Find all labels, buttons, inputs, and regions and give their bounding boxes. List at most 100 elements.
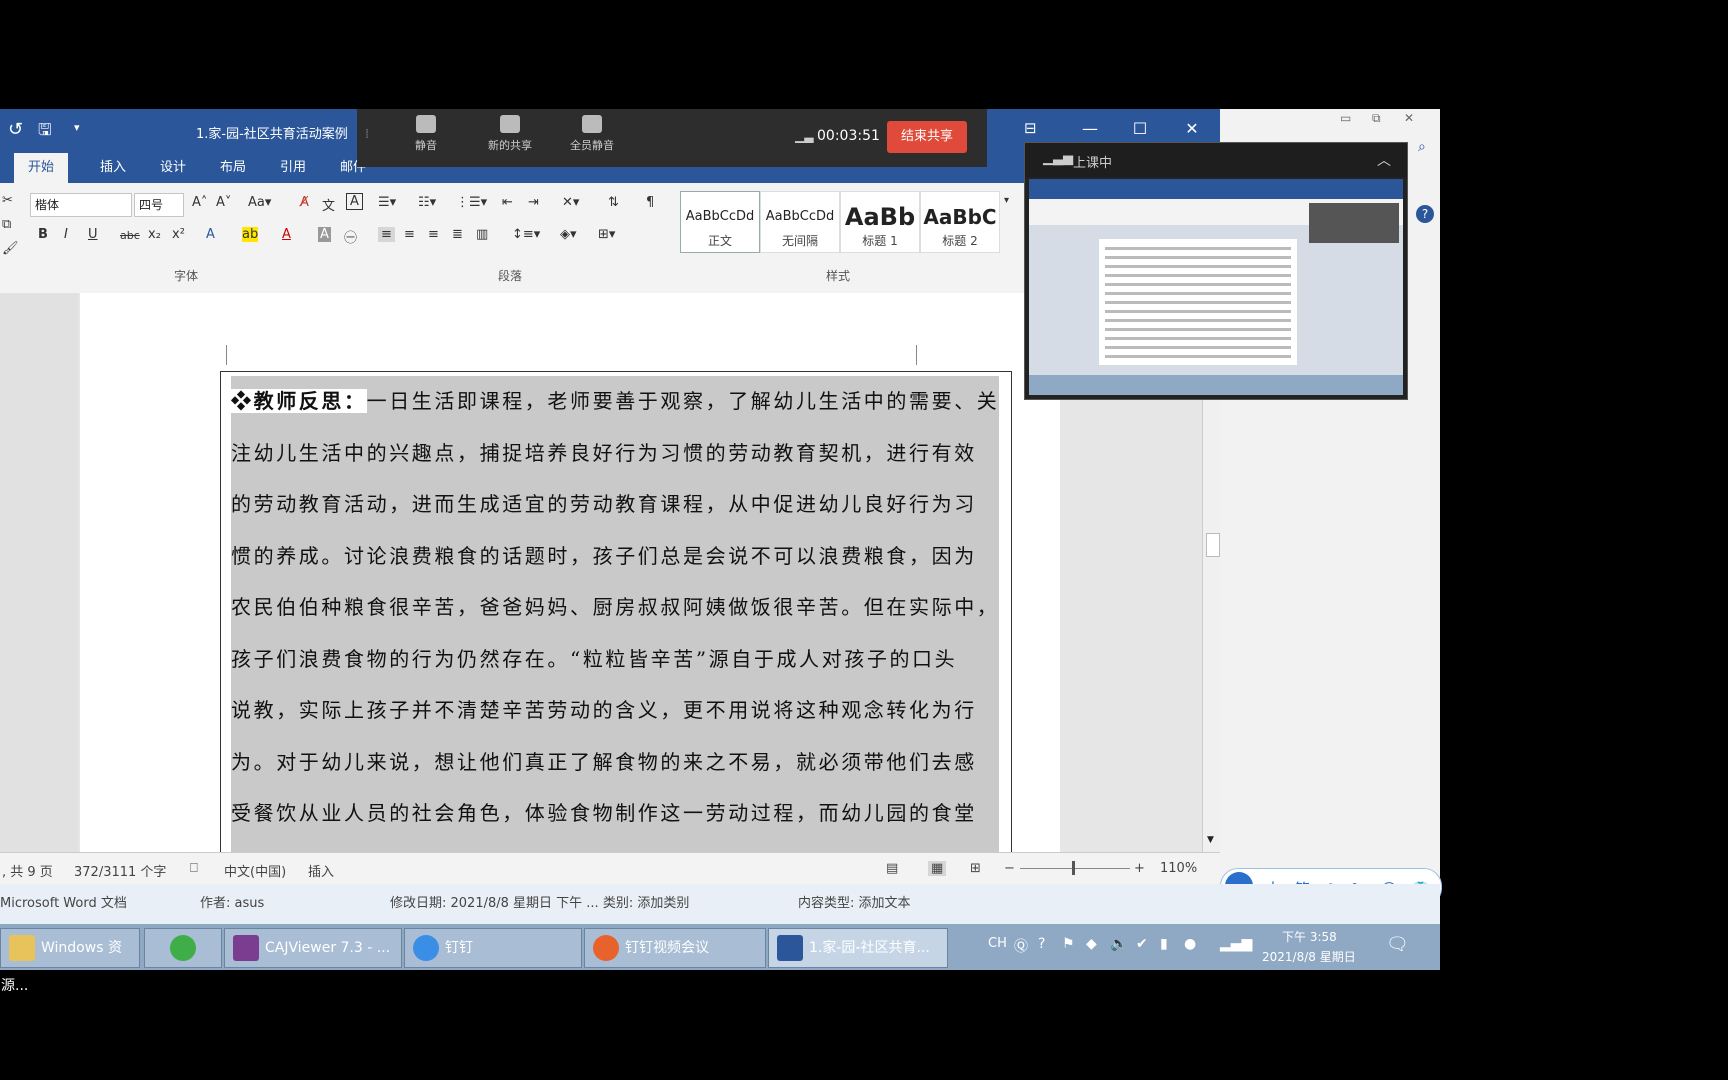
format-painter-icon[interactable]: 🖌 — [2, 241, 19, 256]
zoom-in-icon[interactable]: + — [1134, 861, 1145, 876]
input-language[interactable]: CH — [988, 936, 1007, 951]
clock-date[interactable]: 2021/8/8 星期日 — [1262, 948, 1356, 965]
borders-icon[interactable]: ⊞▾ — [598, 227, 615, 242]
zoom-slider-thumb[interactable] — [1072, 861, 1075, 875]
bullets-icon[interactable]: ☰▾ — [378, 195, 396, 210]
security-icon[interactable]: ✔ — [1136, 936, 1148, 952]
close-button[interactable]: ✕ — [1172, 119, 1212, 138]
font-name-select[interactable]: 楷体 — [30, 193, 132, 217]
language-indicator[interactable]: 中文(中国) — [224, 861, 286, 880]
zoom-slider[interactable] — [1020, 868, 1130, 869]
italic-button[interactable]: I — [64, 227, 68, 242]
font-color-icon[interactable]: A — [282, 227, 291, 242]
print-layout-icon[interactable]: ▦ — [928, 861, 947, 876]
document-page[interactable]: ❖教师反思：一日生活即课程，老师要善于观察，了解幼儿生活中的需要、关 注幼儿生活… — [80, 293, 1060, 853]
insert-mode[interactable]: 插入 — [308, 861, 334, 880]
numbering-icon[interactable]: ☷▾ — [418, 195, 436, 210]
multilevel-list-icon[interactable]: ⋮☰▾ — [456, 195, 487, 210]
line-spacing-icon[interactable]: ↕≡▾ — [512, 227, 540, 242]
chinese-layout-icon[interactable]: ✕▾ — [562, 195, 579, 210]
undo-icon[interactable]: ↺ — [8, 119, 23, 140]
read-mode-icon[interactable]: ▤ — [886, 861, 898, 876]
quick-access-dropdown-icon[interactable]: ▾ — [74, 121, 80, 134]
align-center-icon[interactable]: ≡ — [404, 227, 415, 242]
char-border-icon[interactable]: A — [346, 193, 363, 210]
scroll-down-icon[interactable]: ▼ — [1207, 835, 1214, 845]
taskbar-item-explorer[interactable]: Windows 资源... — [0, 928, 140, 994]
sort-icon[interactable]: ⇅ — [608, 195, 619, 210]
style-heading-2[interactable]: AaBbC 标题 2 — [920, 191, 1000, 253]
shrink-font-icon[interactable]: A˅ — [216, 195, 231, 210]
change-case-icon[interactable]: Aa▾ — [248, 195, 271, 210]
align-right-icon[interactable]: ≡ — [428, 227, 439, 242]
web-layout-icon[interactable]: ⊞ — [970, 861, 981, 876]
clock-time[interactable]: 下午 3:58 — [1282, 928, 1337, 945]
reflection-table-cell[interactable]: ❖教师反思：一日生活即课程，老师要善于观察，了解幼儿生活中的需要、关 注幼儿生活… — [220, 371, 1012, 853]
document-text[interactable]: ❖教师反思：一日生活即课程，老师要善于观察，了解幼儿生活中的需要、关 注幼儿生活… — [231, 376, 999, 853]
proofing-icon[interactable]: ⎕ — [190, 861, 198, 876]
word-count[interactable]: 372/3111 个字 — [74, 861, 166, 880]
tray-help-icon[interactable]: ? — [1038, 936, 1045, 952]
style-normal[interactable]: AaBbCcDd 正文 — [680, 191, 760, 253]
network-icon[interactable]: ▂▄▆ — [1220, 936, 1252, 952]
decrease-indent-icon[interactable]: ⇤ — [502, 195, 513, 210]
minimize-button[interactable]: — — [1070, 119, 1110, 138]
clear-format-icon[interactable]: A̸ — [300, 195, 309, 210]
wechat-icon[interactable]: ● — [1184, 936, 1196, 952]
cut-icon[interactable]: ✂ — [2, 193, 13, 208]
bg-close-icon[interactable]: ✕ — [1404, 111, 1414, 125]
tab-design[interactable]: 设计 — [146, 153, 200, 183]
tab-home[interactable]: 开始 — [14, 153, 69, 183]
share-preview-window[interactable]: ▁▃▅ 上课中 ︿ — [1024, 142, 1408, 400]
page-count[interactable]: , 共 9 页 — [2, 861, 53, 880]
tray-search-icon[interactable]: Ⓠ — [1014, 936, 1028, 956]
tray-dingtalk-icon[interactable]: ◆ — [1086, 936, 1097, 952]
copy-icon[interactable]: ⧉ — [2, 217, 11, 232]
tray-flag-icon[interactable]: ⚑ — [1062, 936, 1075, 952]
styles-scroll-icon[interactable]: ▾ — [1004, 195, 1009, 206]
search-icon[interactable]: ⌕ — [1418, 139, 1426, 155]
distributed-icon[interactable]: ▥ — [476, 227, 488, 242]
highlight-icon[interactable]: ab — [242, 227, 259, 242]
mute-button[interactable]: 静音 — [401, 115, 451, 153]
maximize-button[interactable]: ☐ — [1120, 119, 1160, 138]
grow-font-icon[interactable]: A˄ — [192, 195, 207, 210]
new-share-button[interactable]: 新的共享 — [475, 115, 545, 153]
justify-icon[interactable]: ≣ — [452, 227, 463, 242]
align-left-icon[interactable]: ≡ — [378, 227, 395, 242]
drag-handle-icon[interactable]: ⁞ — [365, 127, 369, 142]
bg-minimize-icon[interactable]: ▭ — [1340, 111, 1351, 125]
phonetic-guide-icon[interactable]: 文 — [322, 195, 335, 214]
style-heading-1[interactable]: AaBb 标题 1 — [840, 191, 920, 253]
increase-indent-icon[interactable]: ⇥ — [528, 195, 539, 210]
taskbar-item-cajviewer[interactable]: CAJViewer 7.3 - ... — [224, 928, 402, 968]
save-icon[interactable]: 🖫 — [38, 119, 52, 146]
subscript-icon[interactable]: x₂ — [148, 227, 161, 242]
zoom-out-icon[interactable]: − — [1004, 861, 1015, 876]
tab-layout[interactable]: 布局 — [206, 153, 260, 183]
ribbon-display-icon[interactable]: ⊟ — [1024, 119, 1037, 137]
enclose-char-icon[interactable]: ㊀ — [344, 227, 357, 246]
bg-restore-icon[interactable]: ⧉ — [1372, 111, 1381, 126]
bold-button[interactable]: B — [38, 227, 48, 242]
show-marks-icon[interactable]: ¶ — [646, 195, 654, 210]
volume-icon[interactable]: 🔈 — [1110, 936, 1127, 952]
collapse-icon[interactable]: ︿ — [1377, 150, 1391, 170]
zoom-level[interactable]: 110% — [1160, 861, 1197, 876]
underline-button[interactable]: U — [88, 227, 98, 242]
end-share-button[interactable]: 结束共享 — [887, 121, 967, 153]
taskbar-item-word[interactable]: 1.家-园-社区共育... — [768, 928, 948, 968]
help-icon[interactable]: ? — [1416, 205, 1434, 223]
style-no-spacing[interactable]: AaBbCcDd 无间隔 — [760, 191, 840, 253]
notification-icon[interactable]: 🗨 — [1386, 934, 1409, 955]
taskbar-item-refresh[interactable] — [144, 928, 222, 968]
device-icon[interactable]: ▮ — [1160, 936, 1168, 952]
font-size-select[interactable]: 四号 — [134, 193, 184, 217]
superscript-icon[interactable]: x² — [172, 227, 185, 242]
taskbar-item-dingtalk[interactable]: 钉钉 — [404, 928, 582, 968]
tab-references[interactable]: 引用 — [266, 153, 320, 183]
text-effects-icon[interactable]: A — [206, 227, 215, 242]
mute-all-button[interactable]: 全员静音 — [557, 115, 627, 153]
tab-insert[interactable]: 插入 — [86, 153, 140, 183]
scroll-thumb[interactable] — [1206, 533, 1220, 557]
